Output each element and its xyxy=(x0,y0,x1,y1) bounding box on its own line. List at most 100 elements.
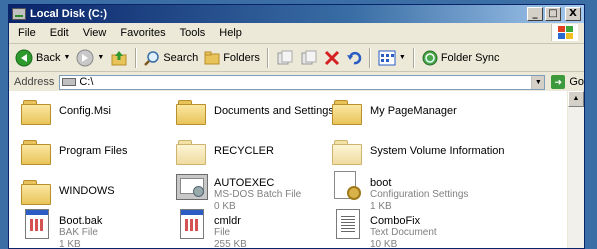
up-folder-icon xyxy=(111,50,127,65)
forward-dropdown-icon[interactable]: ▼ xyxy=(97,54,104,61)
hidden-folder-icon xyxy=(176,139,206,165)
folder-icon xyxy=(21,99,51,125)
list-item[interactable]: Documents and Settings xyxy=(176,95,334,127)
search-button[interactable]: Search xyxy=(141,47,201,69)
item-kind: MS-DOS Batch File xyxy=(214,189,302,200)
toolbar-separator xyxy=(412,47,415,68)
hidden-folder-icon xyxy=(332,139,362,165)
back-label: Back xyxy=(36,51,61,64)
window-title: Local Disk (C:) xyxy=(30,8,108,20)
item-name: boot xyxy=(370,177,392,189)
item-name: AUTOEXEC xyxy=(214,177,275,189)
address-value: C:\ xyxy=(79,76,94,88)
views-icon xyxy=(378,50,396,65)
copy-to-icon xyxy=(301,50,317,64)
item-kind: File xyxy=(214,227,231,238)
toolbar-separator xyxy=(135,47,138,68)
undo-icon xyxy=(346,51,362,64)
folders-label: Folders xyxy=(223,51,260,64)
move-to-icon xyxy=(277,50,293,64)
go-button[interactable]: ➜ Go xyxy=(551,75,584,89)
bak-file-icon xyxy=(25,209,49,239)
item-kind: Configuration Settings xyxy=(370,189,469,200)
title-bar[interactable]: Local Disk (C:) _ □ X xyxy=(9,5,584,23)
folder-sync-button[interactable]: Folder Sync xyxy=(419,47,503,69)
vertical-scrollbar[interactable]: ▲ xyxy=(567,91,584,248)
item-name: WINDOWS xyxy=(59,185,115,197)
list-item[interactable]: boot Configuration Settings 1 KB xyxy=(332,171,468,213)
scroll-up-arrow-icon[interactable]: ▲ xyxy=(568,91,584,107)
forward-arrow-icon xyxy=(76,49,94,66)
copy-to-button[interactable] xyxy=(297,47,321,69)
config-file-icon xyxy=(332,171,362,201)
list-item[interactable]: Program Files xyxy=(21,135,127,167)
menu-bar: File Edit View Favorites Tools Help xyxy=(9,23,584,44)
folders-icon xyxy=(204,51,220,64)
drive-icon xyxy=(62,78,77,86)
file-list: Config.Msi Documents and Settings My Pag… xyxy=(9,91,570,249)
item-name: System Volume Information xyxy=(370,145,505,157)
folder-sync-label: Folder Sync xyxy=(440,51,500,64)
move-to-button[interactable] xyxy=(273,47,297,69)
folder-icon xyxy=(21,179,51,205)
menu-favorites[interactable]: Favorites xyxy=(113,27,172,39)
forward-button[interactable]: ▼ xyxy=(73,47,107,69)
close-button[interactable]: X xyxy=(565,7,581,21)
address-label: Address xyxy=(14,76,55,88)
windows-logo-icon xyxy=(551,24,578,41)
list-item[interactable]: My PageManager xyxy=(332,95,457,127)
standard-toolbar: Back ▼ ▼ Search Folders ▼ Folder Sync xyxy=(9,44,584,72)
item-name: Boot.bak xyxy=(59,215,103,227)
batch-file-icon xyxy=(176,174,208,200)
item-name: Program Files xyxy=(59,145,128,157)
views-button[interactable]: ▼ xyxy=(375,47,409,69)
item-name: cmldr xyxy=(214,215,241,227)
item-name: RECYCLER xyxy=(214,145,274,157)
menu-file[interactable]: File xyxy=(9,27,43,39)
list-item[interactable]: ComboFix Text Document 10 KB xyxy=(332,209,437,249)
item-size: 10 KB xyxy=(370,239,398,249)
text-document-icon xyxy=(336,209,360,239)
address-input[interactable]: C:\ ▼ xyxy=(59,74,546,90)
folders-button[interactable]: Folders xyxy=(201,47,263,69)
back-dropdown-icon[interactable]: ▼ xyxy=(63,54,70,61)
up-folder-button[interactable] xyxy=(107,47,131,69)
list-item[interactable]: AUTOEXEC MS-DOS Batch File 0 KB xyxy=(176,171,301,213)
address-bar: Address C:\ ▼ ➜ Go xyxy=(9,72,584,93)
folder-icon xyxy=(21,139,51,165)
maximize-button[interactable]: □ xyxy=(545,7,561,21)
folder-icon xyxy=(332,99,362,125)
toolbar-separator xyxy=(266,47,269,68)
toolbar-separator xyxy=(368,47,371,68)
menu-view[interactable]: View xyxy=(76,27,114,39)
search-label: Search xyxy=(163,51,199,64)
menu-help[interactable]: Help xyxy=(212,27,249,39)
back-button[interactable]: Back ▼ xyxy=(12,47,73,69)
list-item[interactable]: RECYCLER xyxy=(176,135,274,167)
undo-button[interactable] xyxy=(343,47,365,69)
delete-x-icon xyxy=(324,50,339,65)
list-item[interactable]: Config.Msi xyxy=(21,95,111,127)
list-item[interactable]: System Volume Information xyxy=(332,135,505,167)
minimize-button[interactable]: _ xyxy=(527,7,543,21)
menu-tools[interactable]: Tools xyxy=(173,27,213,39)
item-name: ComboFix xyxy=(370,215,421,227)
list-item[interactable]: Boot.bak BAK File 1 KB xyxy=(21,209,103,248)
list-item[interactable]: WINDOWS xyxy=(21,175,115,207)
delete-button[interactable] xyxy=(321,47,343,69)
views-dropdown-icon[interactable]: ▼ xyxy=(399,54,406,61)
folder-sync-icon xyxy=(422,50,438,65)
explorer-window: Local Disk (C:) _ □ X File Edit View Fav… xyxy=(8,4,585,249)
item-kind: Text Document xyxy=(370,227,437,238)
item-name: My PageManager xyxy=(370,105,457,117)
go-label: Go xyxy=(569,76,584,88)
item-kind: BAK File xyxy=(59,227,98,238)
folder-icon xyxy=(176,99,206,125)
generic-file-icon xyxy=(180,209,204,239)
address-dropdown-icon[interactable]: ▼ xyxy=(531,75,545,89)
menu-edit[interactable]: Edit xyxy=(43,27,76,39)
back-arrow-icon xyxy=(15,49,33,66)
list-item[interactable]: cmldr File 255 KB xyxy=(176,209,247,249)
go-arrow-icon: ➜ xyxy=(551,75,566,89)
item-size: 255 KB xyxy=(214,239,247,249)
